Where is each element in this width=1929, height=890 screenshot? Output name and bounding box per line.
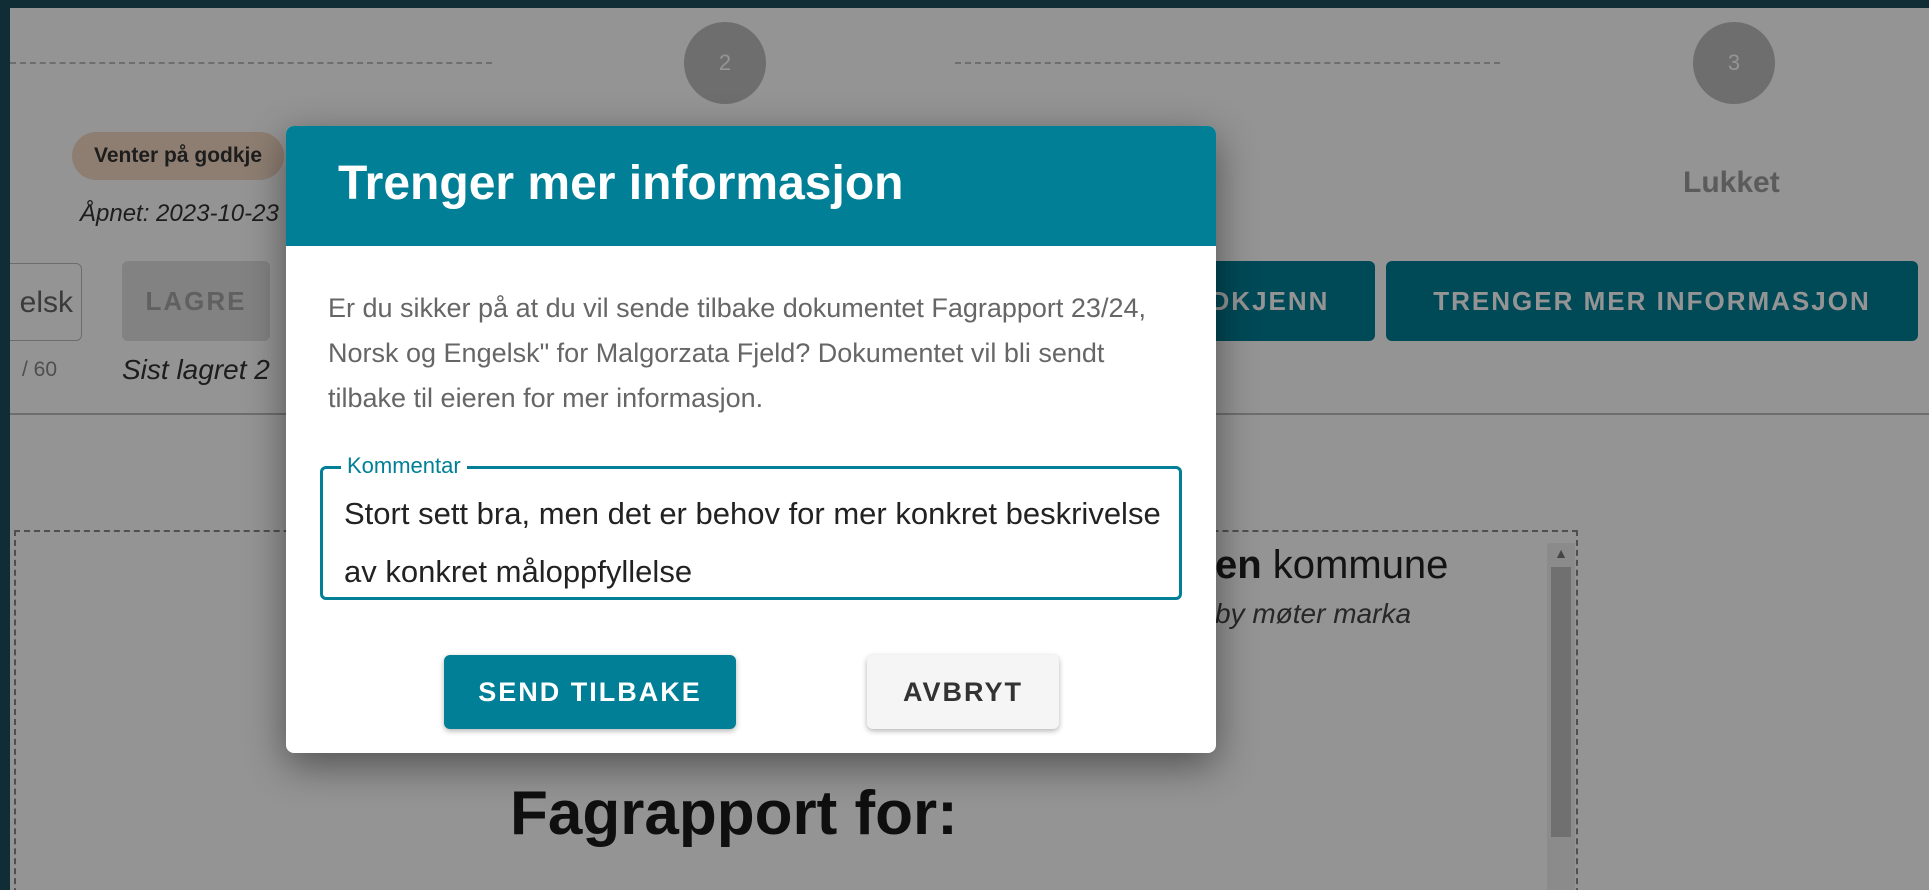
more-info-dialog: Trenger mer informasjon Er du sikker på … [286, 126, 1216, 753]
comment-input[interactable]: Stort sett bra, men det er behov for mer… [344, 485, 1164, 601]
dialog-title: Trenger mer informasjon [338, 157, 904, 210]
send-back-button[interactable]: SEND TILBAKE [444, 655, 736, 729]
comment-label: Kommentar [341, 453, 467, 479]
comment-field[interactable]: Kommentar Stort sett bra, men det er beh… [320, 453, 1182, 601]
cancel-button[interactable]: AVBRYT [867, 655, 1059, 729]
dialog-message: Er du sikker på at du vil sende tilbake … [328, 293, 1146, 413]
